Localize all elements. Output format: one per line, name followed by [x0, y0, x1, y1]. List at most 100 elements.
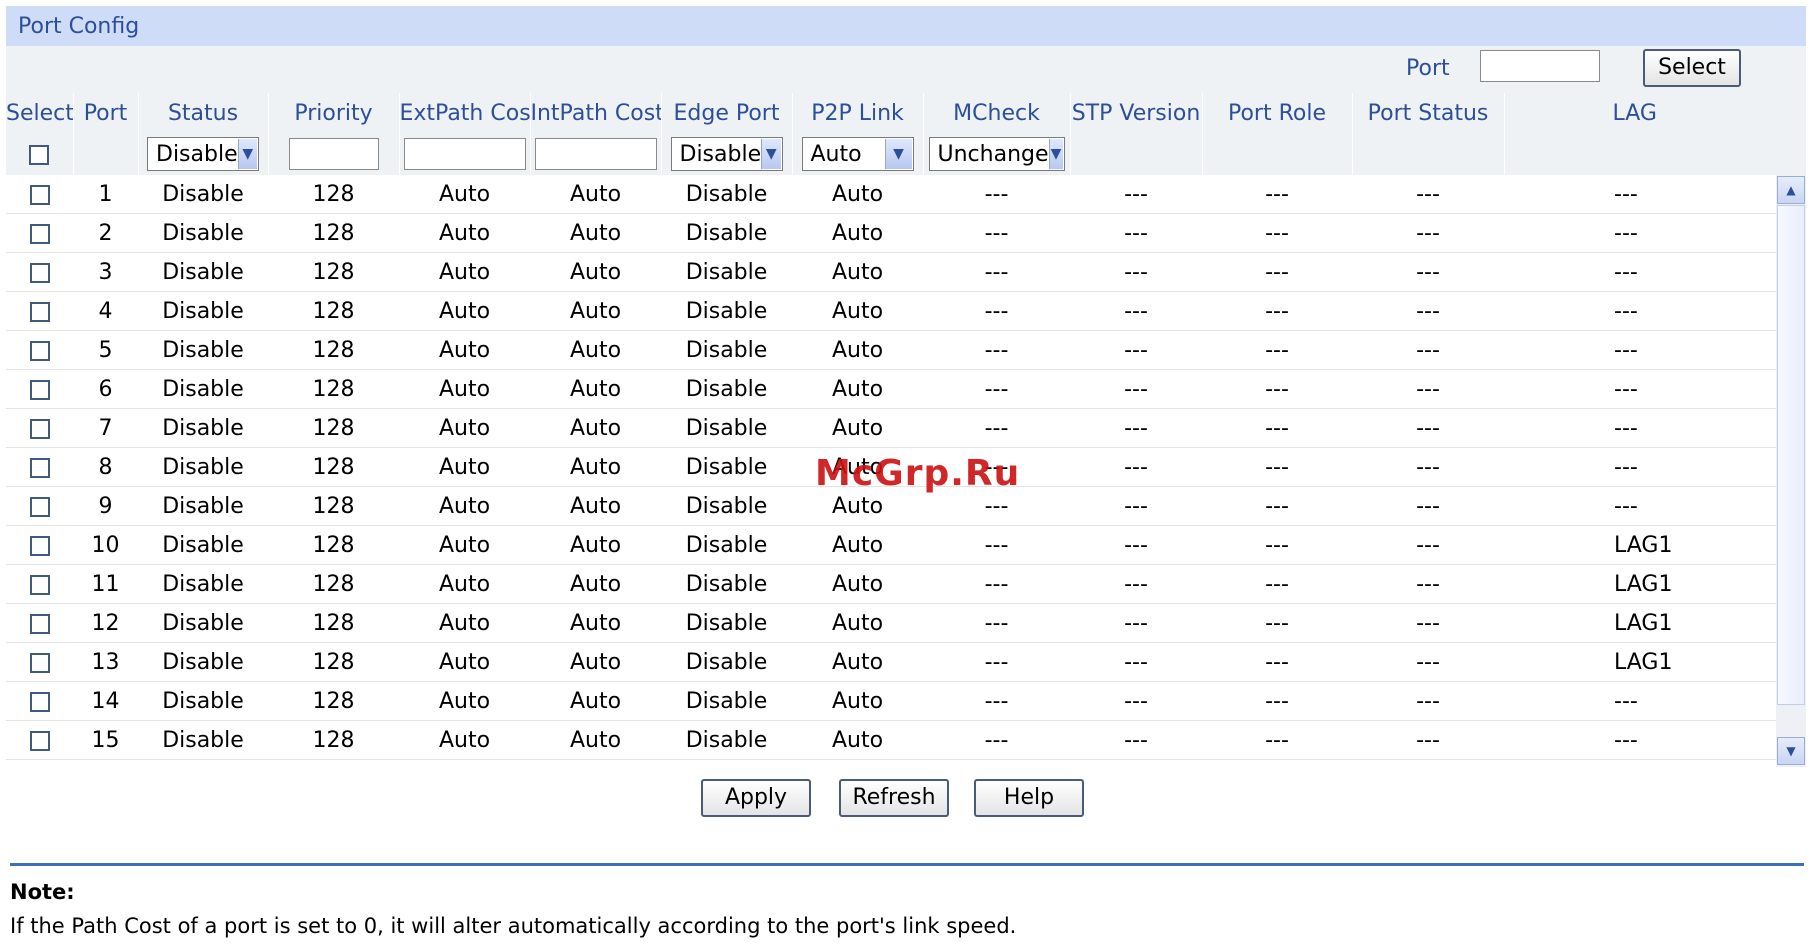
row-select-checkbox[interactable]	[29, 223, 50, 244]
lag-cell: LAG1	[1504, 603, 1776, 643]
select-button[interactable]: Select	[1643, 49, 1741, 87]
port-status-cell: ---	[1352, 681, 1504, 721]
select-all-checkbox[interactable]	[29, 144, 50, 165]
intpath-cost-filter-input[interactable]	[534, 138, 657, 170]
priority-cell: 128	[268, 330, 399, 370]
row-select-checkbox[interactable]	[29, 340, 50, 361]
scrollbar-thumb[interactable]	[1777, 205, 1805, 705]
extpath-cost-filter-input[interactable]	[403, 138, 526, 170]
port-cell: 14	[73, 681, 138, 721]
priority-filter-input[interactable]	[288, 138, 379, 170]
row-select-checkbox[interactable]	[29, 535, 50, 556]
port-status-cell: ---	[1352, 369, 1504, 409]
extpath-cost-cell: Auto	[399, 408, 530, 448]
lag-cell: ---	[1504, 408, 1776, 448]
intpath-cost-cell: Auto	[530, 330, 661, 370]
edge-port-cell: Disable	[661, 252, 792, 292]
row-select-checkbox[interactable]	[29, 613, 50, 634]
table-row: 1 Disable 128 Auto Auto Disable Auto --- --- --- -…	[6, 175, 1776, 214]
mcheck-cell: ---	[923, 603, 1070, 643]
port-cell: 12	[73, 603, 138, 643]
row-select-checkbox[interactable]	[29, 691, 50, 712]
mcheck-filter-select[interactable]: Unchange ▼	[928, 137, 1065, 171]
priority-cell: 128	[268, 291, 399, 331]
note-text: If the Path Cost of a port is set to 0, …	[10, 914, 1017, 938]
intpath-cost-cell: Auto	[530, 486, 661, 526]
row-select-checkbox[interactable]	[29, 574, 50, 595]
column-header-row: Select Port Status Priority ExtPath Cost…	[6, 93, 1807, 133]
mcheck-cell: ---	[923, 369, 1070, 409]
port-role-cell: ---	[1202, 330, 1352, 370]
help-button[interactable]: Help	[974, 779, 1084, 817]
chevron-down-icon: ▼	[1048, 139, 1063, 169]
extpath-cost-cell: Auto	[399, 252, 530, 292]
intpath-cost-cell: Auto	[530, 603, 661, 643]
status-cell: Disable	[138, 642, 268, 682]
p2p-link-cell: Auto	[792, 681, 923, 721]
status-cell: Disable	[138, 369, 268, 409]
edge-port-filter-select[interactable]: Disable ▼	[670, 137, 783, 171]
status-filter-select[interactable]: Disable ▼	[147, 137, 259, 171]
port-status-cell: ---	[1352, 720, 1504, 760]
col-mcheck: MCheck	[923, 93, 1071, 133]
port-status-cell: ---	[1352, 525, 1504, 565]
row-select-checkbox[interactable]	[29, 301, 50, 322]
extpath-cost-cell: Auto	[399, 291, 530, 331]
port-config-table: Select Port Status Priority ExtPath Cost…	[6, 93, 1807, 175]
table-row: 3 Disable 128 Auto Auto Disable Auto --- --- --- -…	[6, 252, 1776, 292]
p2p-link-cell: Auto	[792, 291, 923, 331]
p2p-link-filter-select[interactable]: Auto ▼	[801, 137, 914, 171]
arrow-down-icon[interactable]: ▼	[1777, 737, 1805, 765]
port-status-cell: ---	[1352, 408, 1504, 448]
port-search-input[interactable]	[1480, 50, 1600, 82]
intpath-cost-cell: Auto	[530, 175, 661, 214]
extpath-cost-cell: Auto	[399, 486, 530, 526]
refresh-button[interactable]: Refresh	[839, 779, 949, 817]
row-select-checkbox[interactable]	[29, 262, 50, 283]
row-select-checkbox[interactable]	[29, 457, 50, 478]
extpath-cost-cell: Auto	[399, 369, 530, 409]
extpath-cost-cell: Auto	[399, 564, 530, 604]
row-select-checkbox[interactable]	[29, 379, 50, 400]
port-status-cell: ---	[1352, 447, 1504, 487]
priority-cell: 128	[268, 369, 399, 409]
stp-version-cell: ---	[1070, 486, 1202, 526]
p2p-link-cell: Auto	[792, 252, 923, 292]
priority-cell: 128	[268, 175, 399, 214]
port-status-cell: ---	[1352, 564, 1504, 604]
port-role-cell: ---	[1202, 447, 1352, 487]
priority-cell: 128	[268, 447, 399, 487]
apply-button[interactable]: Apply	[701, 779, 811, 817]
row-select-checkbox[interactable]	[29, 418, 50, 439]
status-cell: Disable	[138, 681, 268, 721]
chevron-down-icon: ▼	[237, 139, 257, 169]
stp-version-cell: ---	[1070, 175, 1202, 214]
row-select-checkbox[interactable]	[29, 496, 50, 517]
port-search-label: Port	[1406, 56, 1450, 81]
extpath-cost-cell: Auto	[399, 213, 530, 253]
port-status-cell: ---	[1352, 486, 1504, 526]
vertical-scrollbar[interactable]: ▲ ▼	[1776, 175, 1806, 767]
port-role-cell: ---	[1202, 175, 1352, 214]
col-p2p-link: P2P Link	[792, 93, 924, 133]
intpath-cost-cell: Auto	[530, 291, 661, 331]
lag-cell: LAG1	[1504, 642, 1776, 682]
p2p-link-cell: Auto	[792, 330, 923, 370]
stp-version-cell: ---	[1070, 447, 1202, 487]
arrow-up-icon[interactable]: ▲	[1777, 176, 1805, 204]
port-role-cell: ---	[1202, 486, 1352, 526]
intpath-cost-cell: Auto	[530, 408, 661, 448]
extpath-cost-cell: Auto	[399, 330, 530, 370]
stp-version-cell: ---	[1070, 525, 1202, 565]
extpath-cost-cell: Auto	[399, 175, 530, 214]
stp-version-cell: ---	[1070, 369, 1202, 409]
row-select-checkbox[interactable]	[29, 184, 50, 205]
extpath-cost-cell: Auto	[399, 681, 530, 721]
stp-version-cell: ---	[1070, 681, 1202, 721]
row-select-checkbox[interactable]	[29, 652, 50, 673]
edge-port-cell: Disable	[661, 369, 792, 409]
row-select-checkbox[interactable]	[29, 730, 50, 751]
p2p-link-cell: Auto	[792, 525, 923, 565]
intpath-cost-cell: Auto	[530, 447, 661, 487]
p2p-link-cell: Auto	[792, 213, 923, 253]
